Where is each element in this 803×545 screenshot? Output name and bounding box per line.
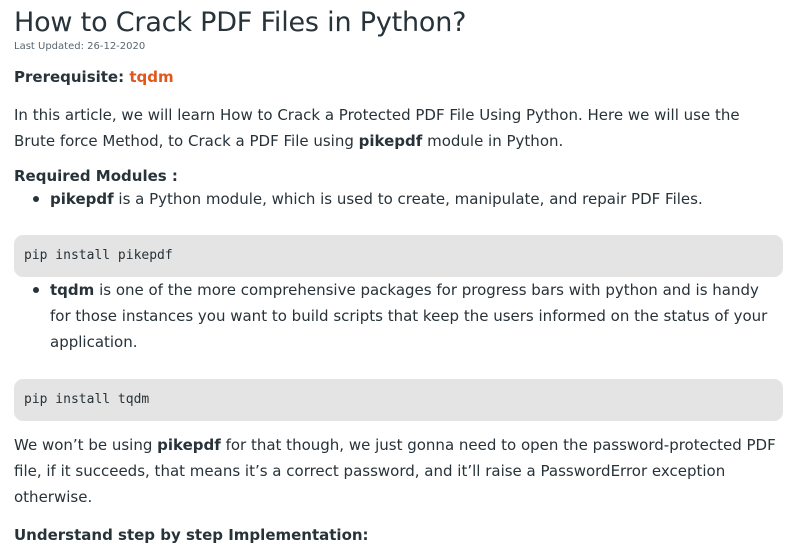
code-block-install-pikepdf[interactable]: pip install pikepdf <box>14 235 783 277</box>
required-modules-heading: Required Modules : <box>14 167 178 185</box>
page-title: How to Crack PDF Files in Python? <box>14 7 467 38</box>
outro-bold-pikepdf: pikepdf <box>157 436 221 454</box>
list-item-tqdm: tqdm is one of the more comprehensive pa… <box>14 277 783 355</box>
last-updated-date: Last Updated: 26-12-2020 <box>14 41 146 52</box>
outro-text: We won’t be using <box>14 436 153 454</box>
list-item-pikepdf: pikepdf is a Python module, which is use… <box>14 186 783 212</box>
module-name: pikepdf <box>50 190 114 208</box>
prerequisite-label: Prerequisite: <box>14 68 125 86</box>
module-name: tqdm <box>50 281 95 299</box>
module-list: pikepdf is a Python module, which is use… <box>14 186 783 212</box>
intro-bold-pikepdf: pikepdf <box>358 132 423 150</box>
intro-paragraph: In this article, we will learn How to Cr… <box>14 102 783 154</box>
intro-text-end: module in Python. <box>427 132 564 150</box>
prerequisite-link-tqdm[interactable]: tqdm <box>129 68 173 86</box>
code-block-install-tqdm[interactable]: pip install tqdm <box>14 379 783 421</box>
outro-paragraph: We won’t be using pikepdf for that thoug… <box>14 432 783 510</box>
article: How to Crack PDF Files in Python? Last U… <box>0 0 803 545</box>
module-description: is a Python module, which is used to cre… <box>118 190 703 208</box>
prerequisite-line: Prerequisite: tqdm <box>14 67 783 87</box>
module-list: tqdm is one of the more comprehensive pa… <box>14 277 783 355</box>
module-description: is one of the more comprehensive package… <box>50 281 768 351</box>
implementation-heading: Understand step by step Implementation: <box>14 526 369 544</box>
